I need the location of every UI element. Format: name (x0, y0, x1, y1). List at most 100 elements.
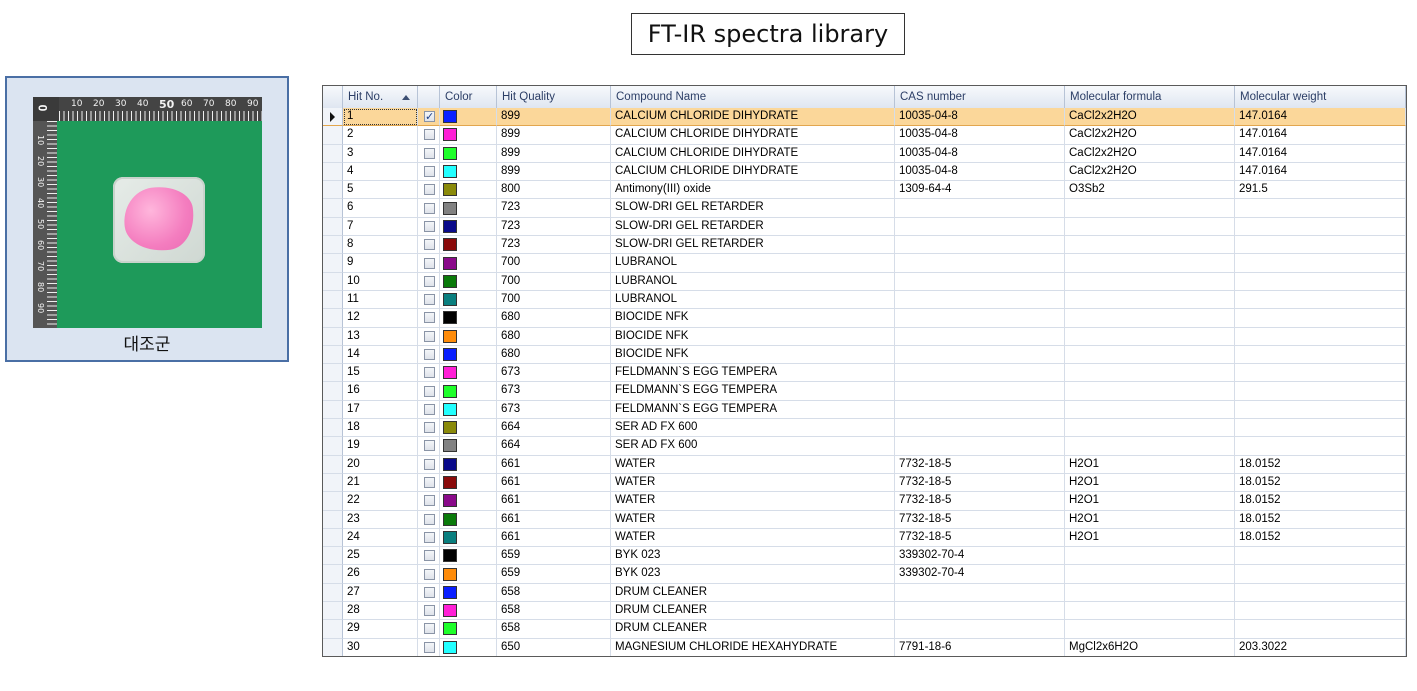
cell-cas-number[interactable] (895, 309, 1065, 328)
cell-cas-number[interactable]: 7732-18-5 (895, 492, 1065, 511)
table-row[interactable]: 28 658 DRUM CLEANER (323, 602, 1406, 621)
table-row[interactable]: 2 899 CALCIUM CHLORIDE DIHYDRATE 10035-04-8… (323, 126, 1406, 145)
cell-compound-name[interactable]: WATER (611, 528, 895, 548)
cell-hit-quality[interactable]: 800 (497, 181, 611, 200)
cell-cas-number[interactable] (895, 199, 1065, 218)
cell-molecular-formula[interactable]: CaCl2x2H2O (1065, 126, 1235, 145)
table-row[interactable]: 14 680 BIOCIDE NFK (323, 345, 1406, 365)
cell-cas-number[interactable] (895, 290, 1065, 310)
column-header-color[interactable]: Color (440, 86, 497, 108)
cell-molecular-formula[interactable] (1065, 272, 1235, 291)
cell-molecular-weight[interactable] (1235, 400, 1406, 420)
cell-molecular-weight[interactable] (1235, 602, 1406, 621)
cell-cas-number[interactable]: 10035-04-8 (895, 144, 1065, 163)
cell-compound-name[interactable]: SLOW-DRI GEL RETARDER (611, 217, 895, 237)
table-row[interactable]: 10 700 LUBRANOL (323, 272, 1406, 291)
cell-molecular-formula[interactable] (1065, 327, 1235, 346)
row-header[interactable] (323, 382, 343, 401)
cell-hit-no[interactable]: 26 (343, 565, 418, 584)
row-header[interactable] (323, 437, 343, 456)
cell-hit-quality[interactable]: 899 (497, 144, 611, 163)
cell-compound-name[interactable]: CALCIUM CHLORIDE DIHYDRATE (611, 126, 895, 145)
column-header-molecular-formula[interactable]: Molecular formula (1065, 86, 1235, 108)
table-row[interactable]: 3 899 CALCIUM CHLORIDE DIHYDRATE 10035-04-8… (323, 144, 1406, 163)
cell-cas-number[interactable] (895, 272, 1065, 291)
row-checkbox[interactable] (424, 202, 435, 214)
cell-compound-name[interactable]: FELDMANN`S EGG TEMPERA (611, 364, 895, 383)
cell-compound-name[interactable]: LUBRANOL (611, 290, 895, 310)
row-header[interactable] (323, 309, 343, 328)
row-checkbox[interactable] (424, 312, 435, 324)
row-header[interactable] (323, 455, 343, 474)
cell-cas-number[interactable]: 7791-18-6 (895, 638, 1065, 656)
cell-hit-no[interactable]: 22 (343, 492, 418, 511)
cell-cas-number[interactable] (895, 236, 1065, 255)
cell-molecular-weight[interactable] (1235, 199, 1406, 218)
color-swatch[interactable] (443, 622, 457, 636)
column-header-compound-name[interactable]: Compound Name (611, 86, 895, 108)
row-checkbox[interactable] (424, 586, 435, 598)
cell-hit-no[interactable]: 7 (343, 217, 418, 237)
cell-hit-no[interactable]: 19 (343, 437, 418, 456)
color-swatch[interactable] (443, 585, 457, 599)
cell-hit-no[interactable]: 28 (343, 602, 418, 621)
cell-molecular-weight[interactable]: 147.0164 (1235, 162, 1406, 182)
cell-molecular-weight[interactable] (1235, 272, 1406, 291)
cell-cas-number[interactable] (895, 345, 1065, 365)
row-header[interactable] (323, 327, 343, 346)
cell-hit-no[interactable]: 12 (343, 309, 418, 328)
color-swatch[interactable] (443, 238, 457, 252)
cell-hit-no[interactable]: 18 (343, 419, 418, 438)
cell-molecular-weight[interactable] (1235, 345, 1406, 365)
cell-molecular-weight[interactable] (1235, 327, 1406, 346)
row-checkbox[interactable] (424, 568, 435, 580)
cell-hit-no[interactable]: 8 (343, 236, 418, 255)
cell-molecular-weight[interactable] (1235, 217, 1406, 237)
row-header[interactable] (323, 254, 343, 273)
cell-molecular-formula[interactable] (1065, 565, 1235, 584)
cell-compound-name[interactable]: WATER (611, 510, 895, 529)
row-header[interactable] (323, 126, 343, 145)
row-checkbox[interactable] (424, 440, 435, 452)
cell-compound-name[interactable]: SLOW-DRI GEL RETARDER (611, 199, 895, 218)
color-swatch[interactable] (443, 348, 457, 361)
color-swatch[interactable] (443, 549, 457, 563)
cell-compound-name[interactable]: SLOW-DRI GEL RETARDER (611, 236, 895, 255)
table-row[interactable]: 4 899 CALCIUM CHLORIDE DIHYDRATE 10035-04-8… (323, 162, 1406, 182)
row-header[interactable] (323, 199, 343, 218)
cell-compound-name[interactable]: BIOCIDE NFK (611, 327, 895, 346)
cell-cas-number[interactable]: 10035-04-8 (895, 126, 1065, 145)
cell-molecular-weight[interactable] (1235, 547, 1406, 566)
color-swatch[interactable] (443, 512, 457, 526)
row-header[interactable] (323, 181, 343, 200)
cell-compound-name[interactable]: WATER (611, 492, 895, 511)
cell-hit-no[interactable]: 14 (343, 345, 418, 365)
cell-molecular-formula[interactable]: O3Sb2 (1065, 181, 1235, 200)
cell-hit-no[interactable]: 29 (343, 620, 418, 639)
cell-hit-no[interactable]: 1 (343, 108, 418, 127)
color-swatch[interactable] (443, 421, 457, 435)
cell-molecular-formula[interactable]: CaCl2x2H2O (1065, 108, 1235, 127)
cell-hit-quality[interactable]: 723 (497, 217, 611, 237)
table-row[interactable]: 17 673 FELDMANN`S EGG TEMPERA (323, 400, 1406, 420)
row-checkbox[interactable] (424, 641, 435, 653)
cell-molecular-weight[interactable] (1235, 309, 1406, 328)
cell-compound-name[interactable]: DRUM CLEANER (611, 620, 895, 639)
row-header[interactable] (323, 236, 343, 255)
row-checkbox[interactable] (424, 275, 435, 287)
cell-molecular-formula[interactable] (1065, 199, 1235, 218)
cell-compound-name[interactable]: MAGNESIUM CHLORIDE HEXAHYDRATE (611, 638, 895, 656)
cell-compound-name[interactable]: FELDMANN`S EGG TEMPERA (611, 400, 895, 420)
cell-hit-no[interactable]: 30 (343, 638, 418, 656)
cell-cas-number[interactable]: 7732-18-5 (895, 528, 1065, 548)
table-row[interactable]: 9 700 LUBRANOL (323, 254, 1406, 273)
table-row[interactable]: 12 680 BIOCIDE NFK (323, 309, 1406, 328)
cell-hit-quality[interactable]: 664 (497, 419, 611, 438)
cell-compound-name[interactable]: BYK 023 (611, 547, 895, 566)
table-row[interactable]: 6 723 SLOW-DRI GEL RETARDER (323, 199, 1406, 218)
table-row[interactable]: 18 664 SER AD FX 600 (323, 419, 1406, 438)
cell-hit-quality[interactable]: 700 (497, 254, 611, 273)
row-checkbox[interactable] (424, 349, 435, 360)
cell-molecular-formula[interactable] (1065, 620, 1235, 639)
cell-molecular-formula[interactable] (1065, 290, 1235, 310)
